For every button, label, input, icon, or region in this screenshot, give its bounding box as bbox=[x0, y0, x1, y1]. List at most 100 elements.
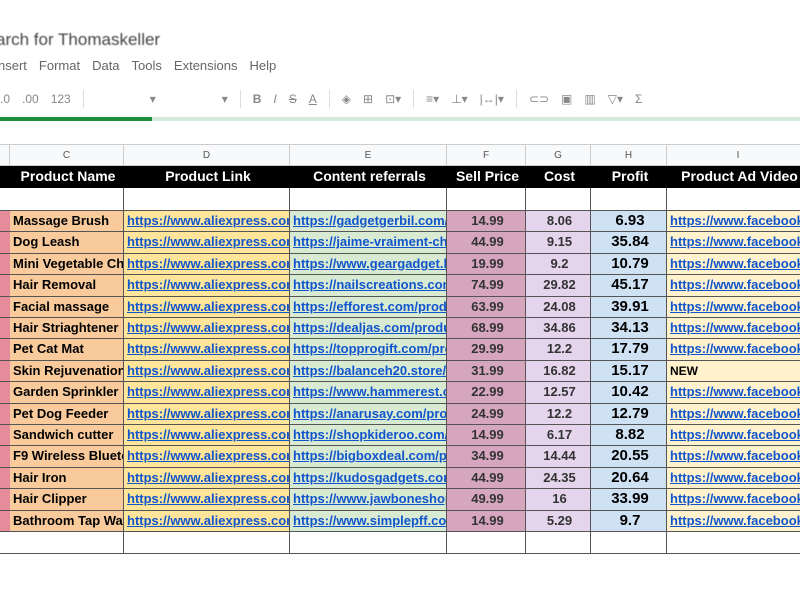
menu-data[interactable]: Data bbox=[92, 58, 119, 73]
bold-button[interactable]: B bbox=[253, 92, 262, 106]
menu-tools[interactable]: Tools bbox=[132, 58, 162, 73]
link-cell[interactable]: https://www.facebook.com bbox=[667, 382, 800, 404]
link-cell[interactable]: https://bigboxdeal.com/pr bbox=[290, 446, 447, 468]
strikethrough-button[interactable]: S bbox=[289, 92, 297, 106]
data-cell[interactable]: Bathroom Tap Wat bbox=[10, 510, 124, 532]
data-cell[interactable]: 44.99 bbox=[447, 232, 526, 254]
data-cell[interactable]: 45.17 bbox=[591, 275, 667, 297]
link-cell[interactable]: https://www.aliexpress.com bbox=[124, 318, 290, 340]
link-cell[interactable]: https://www.aliexpress.com bbox=[124, 360, 290, 383]
menu-format[interactable]: Format bbox=[39, 58, 80, 73]
functions-button[interactable]: Σ bbox=[635, 92, 642, 106]
data-cell[interactable]: 8.06 bbox=[526, 211, 591, 233]
data-cell[interactable]: F9 Wireless Blueto bbox=[10, 446, 124, 468]
borders-icon[interactable]: ⊞ bbox=[363, 92, 373, 106]
column-header-F[interactable]: F bbox=[447, 144, 526, 166]
blank-cell[interactable] bbox=[526, 188, 591, 211]
link-cell[interactable]: https://www.facebook.com bbox=[667, 510, 800, 532]
align-icon[interactable]: ≡▾ bbox=[426, 92, 439, 106]
link-cell[interactable]: https://www.facebook.com bbox=[667, 318, 800, 340]
data-cell[interactable]: 29.99 bbox=[447, 339, 526, 361]
data-cell[interactable]: Pet Cat Mat bbox=[10, 339, 124, 361]
data-cell[interactable]: 24.08 bbox=[526, 296, 591, 318]
blank-cell[interactable] bbox=[290, 532, 447, 554]
link-cell[interactable]: https://www.aliexpress.com bbox=[124, 446, 290, 468]
link-cell[interactable]: https://www.facebook.com bbox=[667, 253, 800, 276]
data-cell[interactable]: Hair Striaghtener bbox=[10, 318, 124, 340]
data-cell[interactable]: 63.99 bbox=[447, 296, 526, 318]
link-cell[interactable]: https://kudosgadgets.com bbox=[290, 467, 447, 490]
column-header-E[interactable]: E bbox=[290, 144, 447, 166]
column-header-D[interactable]: D bbox=[124, 144, 290, 166]
data-cell[interactable]: 22.99 bbox=[447, 382, 526, 404]
link-cell[interactable]: https://www.facebook.com bbox=[667, 446, 800, 468]
column-header-I[interactable]: I bbox=[667, 144, 800, 166]
blank-cell[interactable] bbox=[591, 532, 667, 554]
link-cell[interactable]: https://anarusay.com/prod bbox=[290, 403, 447, 425]
data-cell[interactable]: 12.79 bbox=[591, 403, 667, 425]
text-wrap-icon[interactable]: |↔|▾ bbox=[480, 92, 504, 106]
data-cell[interactable]: 35.84 bbox=[591, 232, 667, 254]
data-cell[interactable]: 31.99 bbox=[447, 360, 526, 383]
data-cell[interactable]: 8.82 bbox=[591, 425, 667, 447]
data-cell[interactable]: 14.44 bbox=[526, 446, 591, 468]
link-cell[interactable]: https://nailscreations.com bbox=[290, 275, 447, 297]
link-cell[interactable]: https://www.geargadget.bi bbox=[290, 253, 447, 276]
link-cell[interactable]: https://www.aliexpress.com bbox=[124, 296, 290, 318]
data-cell[interactable]: 16 bbox=[526, 489, 591, 511]
link-cell[interactable]: https://www.jawboneshop. bbox=[290, 489, 447, 511]
vertical-align-icon[interactable]: ⊥▾ bbox=[451, 92, 467, 106]
data-cell[interactable]: 12.2 bbox=[526, 403, 591, 425]
data-cell[interactable]: Pet Dog Feeder bbox=[10, 403, 124, 425]
link-cell[interactable]: https://dealjas.com/produ bbox=[290, 318, 447, 340]
link-cell[interactable]: NEW bbox=[667, 360, 800, 383]
menu-extensions[interactable]: Extensions bbox=[174, 58, 238, 73]
link-icon[interactable]: ⊂⊃ bbox=[529, 92, 549, 106]
blank-cell[interactable] bbox=[667, 188, 800, 211]
data-cell[interactable]: 9.7 bbox=[591, 510, 667, 532]
data-cell[interactable]: 12.57 bbox=[526, 382, 591, 404]
data-cell[interactable]: 39.91 bbox=[591, 296, 667, 318]
link-cell[interactable]: https://www.facebook.com bbox=[667, 211, 800, 233]
data-cell[interactable]: Hair Iron bbox=[10, 467, 124, 490]
data-cell[interactable]: 24.35 bbox=[526, 467, 591, 490]
text-color-button[interactable]: A bbox=[309, 92, 317, 106]
blank-cell[interactable] bbox=[124, 532, 290, 554]
link-cell[interactable]: https://www.simplepff.com bbox=[290, 510, 447, 532]
filter-icon[interactable]: ▽▾ bbox=[608, 92, 623, 106]
blank-cell[interactable] bbox=[591, 188, 667, 211]
column-header-G[interactable]: G bbox=[526, 144, 591, 166]
data-cell[interactable]: 6.17 bbox=[526, 425, 591, 447]
data-cell[interactable]: Facial massage bbox=[10, 296, 124, 318]
fill-color-icon[interactable]: ◈ bbox=[342, 92, 351, 106]
data-cell[interactable]: 20.55 bbox=[591, 446, 667, 468]
link-cell[interactable]: https://www.hammerest.co bbox=[290, 382, 447, 404]
column-header-B[interactable] bbox=[0, 144, 10, 166]
data-cell[interactable]: 14.99 bbox=[447, 425, 526, 447]
link-cell[interactable]: https://www.facebook.com bbox=[667, 467, 800, 490]
data-cell[interactable]: Hair Removal bbox=[10, 275, 124, 297]
blank-cell[interactable] bbox=[667, 532, 800, 554]
data-cell[interactable]: Hair Clipper bbox=[10, 489, 124, 511]
data-cell[interactable]: 9.2 bbox=[526, 253, 591, 276]
menu-insert[interactable]: nsert bbox=[0, 58, 27, 73]
link-cell[interactable]: https://www.aliexpress.com bbox=[124, 211, 290, 233]
data-cell[interactable]: 10.79 bbox=[591, 253, 667, 276]
data-cell[interactable]: 17.79 bbox=[591, 339, 667, 361]
data-cell[interactable]: Dog Leash bbox=[10, 232, 124, 254]
blank-cell[interactable] bbox=[124, 188, 290, 211]
data-cell[interactable]: Garden Sprinkler bbox=[10, 382, 124, 404]
menu-help[interactable]: Help bbox=[250, 58, 277, 73]
merge-cells-icon[interactable]: ⊡▾ bbox=[385, 92, 401, 106]
increase-decimal-button[interactable]: .00 bbox=[22, 92, 39, 106]
link-cell[interactable]: https://www.facebook.com bbox=[667, 275, 800, 297]
data-cell[interactable]: 44.99 bbox=[447, 467, 526, 490]
data-cell[interactable]: 15.17 bbox=[591, 360, 667, 383]
blank-cell[interactable] bbox=[447, 532, 526, 554]
link-cell[interactable]: https://www.facebook.com bbox=[667, 403, 800, 425]
link-cell[interactable]: https://www.aliexpress.com bbox=[124, 339, 290, 361]
link-cell[interactable]: https://www.aliexpress.com bbox=[124, 253, 290, 276]
link-cell[interactable]: https://efforest.com/produ bbox=[290, 296, 447, 318]
data-cell[interactable]: 33.99 bbox=[591, 489, 667, 511]
data-cell[interactable]: 20.64 bbox=[591, 467, 667, 490]
